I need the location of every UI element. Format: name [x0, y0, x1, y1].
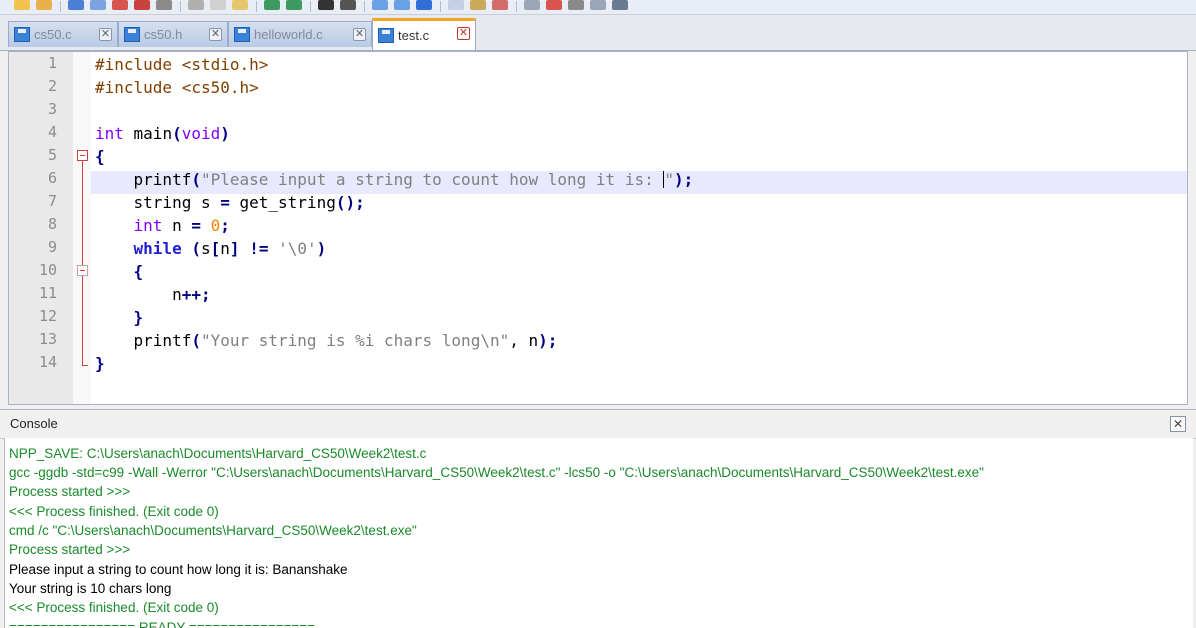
console-line: Process started >>> — [9, 484, 131, 499]
file-icon — [378, 28, 394, 43]
code-line: n++; — [95, 285, 211, 304]
tab-close-icon[interactable]: ✕ — [209, 28, 222, 41]
line-number: 1 — [47, 54, 57, 72]
code-editor[interactable]: 1 2 3 4 5 6 7 8 9 10 11 12 13 14 #includ… — [8, 51, 1188, 405]
console-title: Console — [10, 416, 58, 431]
line-number: 8 — [47, 215, 57, 233]
console-line: Your string is 10 chars long — [9, 581, 172, 596]
zoom-out-icon[interactable] — [394, 0, 410, 10]
print-icon[interactable] — [156, 0, 172, 10]
paste-icon[interactable] — [232, 0, 248, 10]
console-line: gcc -ggdb -std=c99 -Wall -Werror "C:\Use… — [9, 465, 984, 480]
code-line: #include <stdio.h> — [95, 55, 269, 74]
file-icon — [234, 27, 250, 42]
new-file-icon[interactable] — [14, 0, 30, 10]
find-icon[interactable] — [318, 0, 334, 10]
tab-label: cs50.h — [144, 27, 183, 42]
code-line: string s = get_string(); — [95, 193, 365, 212]
toolbar — [0, 0, 1196, 15]
console-panel-header: Console ✕ — [0, 409, 1196, 439]
line-number: 5 — [47, 146, 57, 164]
fold-toggle-icon[interactable] — [77, 150, 88, 161]
line-number: 12 — [38, 307, 57, 325]
cut-icon[interactable] — [188, 0, 204, 10]
tab-close-icon[interactable]: ✕ — [353, 28, 366, 41]
code-line: { — [95, 147, 105, 166]
indent-icon[interactable] — [470, 0, 486, 10]
line-number: 9 — [47, 238, 57, 256]
toolbar-separator — [516, 1, 517, 12]
toolbar-separator — [310, 1, 311, 12]
code-line: } — [133, 308, 144, 327]
replace-icon[interactable] — [340, 0, 356, 10]
line-number: 10 — [38, 261, 57, 279]
line-number: 14 — [38, 353, 57, 371]
wrap-icon[interactable] — [448, 0, 464, 10]
tab-test-c[interactable]: test.c ✕ — [372, 18, 476, 50]
fold-end-marker — [82, 365, 88, 366]
toolbar-separator — [364, 1, 365, 12]
console-line: <<< Process finished. (Exit code 0) — [9, 504, 219, 519]
tab-label: helloworld.c — [254, 27, 323, 42]
code-line: printf("Please input a string to count h… — [95, 170, 694, 189]
play-macro-icon[interactable] — [590, 0, 606, 10]
console-output[interactable]: NPP_SAVE: C:\Users\anach\Documents\Harva… — [4, 438, 1193, 628]
fold-guide-line — [82, 161, 83, 365]
file-icon — [124, 27, 140, 42]
code-line: int n = 0; — [133, 216, 230, 235]
console-line: NPP_SAVE: C:\Users\anach\Documents\Harva… — [9, 446, 427, 461]
macro-list-icon[interactable] — [612, 0, 628, 10]
tab-helloworld-c[interactable]: helloworld.c ✕ — [228, 21, 372, 47]
line-number: 6 — [47, 169, 57, 187]
tab-bar: cs50.c ✕ cs50.h ✕ helloworld.c ✕ test.c … — [0, 15, 1196, 51]
console-line: ================ READY ================ — [9, 620, 316, 628]
sync-icon[interactable] — [416, 0, 432, 10]
tab-close-icon[interactable]: ✕ — [99, 28, 112, 41]
console-line: <<< Process finished. (Exit code 0) — [9, 600, 219, 615]
redo-icon[interactable] — [286, 0, 302, 10]
file-icon — [14, 27, 30, 42]
close-icon[interactable]: ✕ — [1170, 416, 1186, 432]
line-number: 11 — [38, 284, 57, 302]
toolbar-separator — [256, 1, 257, 12]
code-line: while (s[n] != '\0') — [133, 239, 327, 258]
console-line: cmd /c "C:\Users\anach\Documents\Harvard… — [9, 523, 417, 538]
console-line: Process started >>> — [9, 542, 131, 557]
line-number: 4 — [47, 123, 57, 141]
code-line: printf("Your string is %i chars long\n",… — [95, 331, 558, 350]
open-file-icon[interactable] — [36, 0, 52, 10]
save-icon[interactable] — [68, 0, 84, 10]
bookmark-icon[interactable] — [492, 0, 508, 10]
code-line: } — [95, 354, 105, 373]
tab-cs50-h[interactable]: cs50.h ✕ — [118, 21, 228, 47]
run-icon[interactable] — [524, 0, 540, 10]
code-line: #include <cs50.h> — [95, 78, 259, 97]
tab-cs50-c[interactable]: cs50.c ✕ — [8, 21, 118, 47]
line-number: 2 — [47, 77, 57, 95]
save-all-icon[interactable] — [90, 0, 106, 10]
console-line: Please input a string to count how long … — [9, 562, 348, 577]
close-all-icon[interactable] — [134, 0, 150, 10]
toolbar-separator — [440, 1, 441, 12]
close-icon[interactable] — [112, 0, 128, 10]
stop-macro-icon[interactable] — [568, 0, 584, 10]
tab-label: cs50.c — [34, 27, 72, 42]
toolbar-separator — [180, 1, 181, 12]
line-number: 7 — [47, 192, 57, 210]
copy-icon[interactable] — [210, 0, 226, 10]
zoom-in-icon[interactable] — [372, 0, 388, 10]
code-line: int main(void) — [95, 124, 230, 143]
line-number: 3 — [47, 100, 57, 118]
tab-label: test.c — [398, 28, 430, 43]
toolbar-separator — [60, 1, 61, 12]
tab-close-icon[interactable]: ✕ — [457, 27, 470, 40]
fold-toggle-icon[interactable] — [77, 265, 88, 276]
line-number: 13 — [38, 330, 57, 348]
text-cursor — [663, 171, 665, 188]
code-line: { — [133, 262, 144, 281]
undo-icon[interactable] — [264, 0, 280, 10]
record-macro-icon[interactable] — [546, 0, 562, 10]
